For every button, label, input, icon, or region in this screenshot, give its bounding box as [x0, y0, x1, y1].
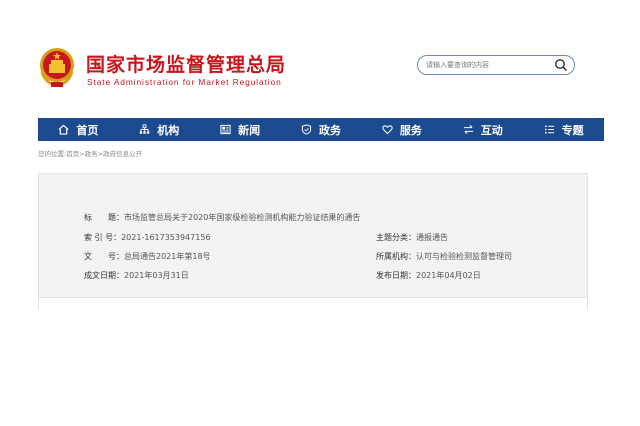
published-date-row: 发布日期：2021年04月02日	[376, 271, 481, 281]
category-label: 主题分类：	[376, 233, 416, 242]
exchange-icon	[463, 125, 473, 134]
agency-value: 认可与检验检测监督管理司	[416, 252, 512, 261]
created-date-row: 成文日期：2021年03月31日	[84, 271, 189, 281]
index-row: 索 引 号：2021-1617353947156	[84, 233, 211, 243]
nav-government-affairs[interactable]: 政务	[281, 118, 362, 141]
main-nav: 首页 机构 新闻 政务 服务 互动 专题	[38, 118, 604, 141]
nav-home[interactable]: 首页	[38, 118, 119, 141]
nav-topics[interactable]: 专题	[523, 118, 604, 141]
breadcrumb-prefix: 您的位置:	[38, 150, 67, 158]
breadcrumb-info-disclosure[interactable]: 政府信息公开	[103, 150, 142, 158]
search-icon[interactable]	[554, 58, 568, 72]
nav-topics-label: 专题	[561, 123, 584, 137]
nav-organization-label: 机构	[157, 123, 180, 137]
nav-government-affairs-label: 政务	[319, 123, 341, 137]
breadcrumb: 您的位置:首页>政务>政府信息公开	[38, 148, 142, 158]
newspaper-icon	[220, 124, 231, 135]
title-row: 标 题：市场监管总局关于2020年国家级检验检测机构能力验证结果的通告	[84, 213, 360, 223]
site-header: 国家市场监督管理总局 State Administration for Mark…	[0, 0, 640, 116]
agency-row: 所属机构：认可与检验检测监督管理司	[376, 252, 512, 262]
title-value: 市场监管总局关于2020年国家级检验检测机构能力验证结果的通告	[124, 213, 361, 222]
heart-icon	[382, 125, 393, 135]
shield-icon	[301, 124, 312, 135]
document-content-area	[38, 298, 588, 310]
search-input[interactable]	[426, 58, 551, 72]
nav-interaction[interactable]: 互动	[442, 118, 523, 141]
site-subtitle: State Administration for Market Regulati…	[87, 77, 282, 87]
category-value: 通报通告	[416, 233, 448, 242]
site-title[interactable]: 国家市场监督管理总局	[86, 50, 286, 77]
national-emblem-icon	[40, 48, 74, 87]
home-icon	[58, 124, 69, 135]
published-date-value: 2021年04月02日	[416, 271, 481, 280]
index-label: 索 引 号：	[84, 233, 122, 242]
list-icon	[544, 125, 554, 134]
nav-home-label: 首页	[76, 123, 99, 137]
search-box	[417, 55, 575, 75]
doc-number-row: 文 号：总局通告2021年第18号	[84, 252, 211, 262]
doc-number-label: 文 号：	[84, 252, 124, 261]
nav-organization[interactable]: 机构	[119, 118, 200, 141]
doc-number-value: 总局通告2021年第18号	[124, 252, 211, 261]
nav-news-label: 新闻	[238, 123, 261, 137]
nav-services[interactable]: 服务	[361, 118, 442, 141]
published-date-label: 发布日期：	[376, 271, 416, 280]
breadcrumb-affairs[interactable]: 政务	[85, 150, 98, 158]
nav-services-label: 服务	[399, 123, 422, 137]
index-value: 2021-1617353947156	[121, 233, 211, 242]
category-row: 主题分类：通报通告	[376, 233, 448, 243]
breadcrumb-home[interactable]: 首页	[66, 150, 79, 158]
nav-news[interactable]: 新闻	[200, 118, 281, 141]
nav-interaction-label: 互动	[480, 123, 503, 137]
title-label: 标 题：	[84, 213, 124, 222]
agency-label: 所属机构：	[376, 252, 416, 261]
created-date-label: 成文日期：	[84, 271, 124, 280]
created-date-value: 2021年03月31日	[124, 271, 189, 280]
org-chart-icon	[140, 124, 150, 134]
